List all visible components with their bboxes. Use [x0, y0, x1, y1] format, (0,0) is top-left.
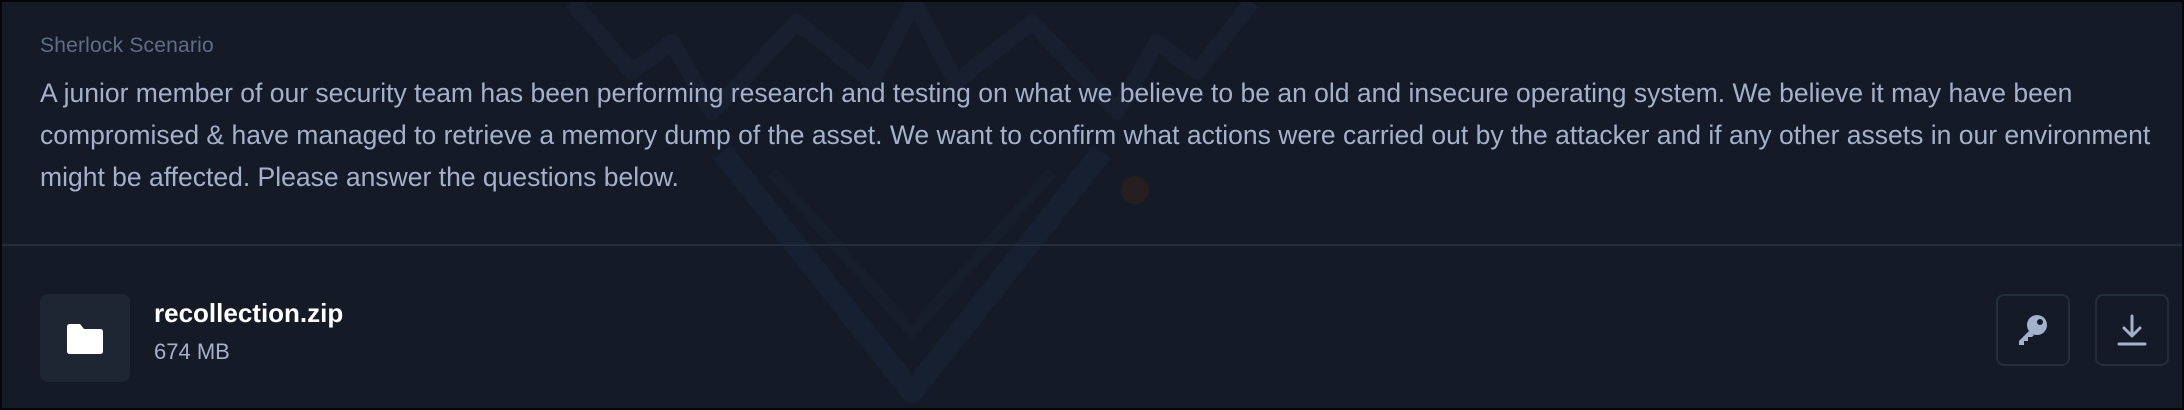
scenario-section: Sherlock Scenario A junior member of our…	[40, 2, 2160, 244]
file-row: recollection.zip 674 MB	[2, 246, 2182, 408]
file-size: 674 MB	[154, 339, 230, 364]
key-button[interactable]	[1996, 294, 2070, 366]
sherlock-scenario-panel: Sherlock Scenario A junior member of our…	[0, 0, 2184, 410]
download-button[interactable]	[2095, 294, 2169, 366]
key-icon	[2019, 315, 2047, 345]
scenario-description: A junior member of our security team has…	[40, 78, 2151, 192]
file-name: recollection.zip	[154, 298, 344, 328]
folder-icon	[67, 324, 103, 354]
download-icon	[2117, 314, 2147, 346]
scenario-label: Sherlock Scenario	[40, 34, 214, 57]
file-icon-tile	[40, 294, 130, 382]
